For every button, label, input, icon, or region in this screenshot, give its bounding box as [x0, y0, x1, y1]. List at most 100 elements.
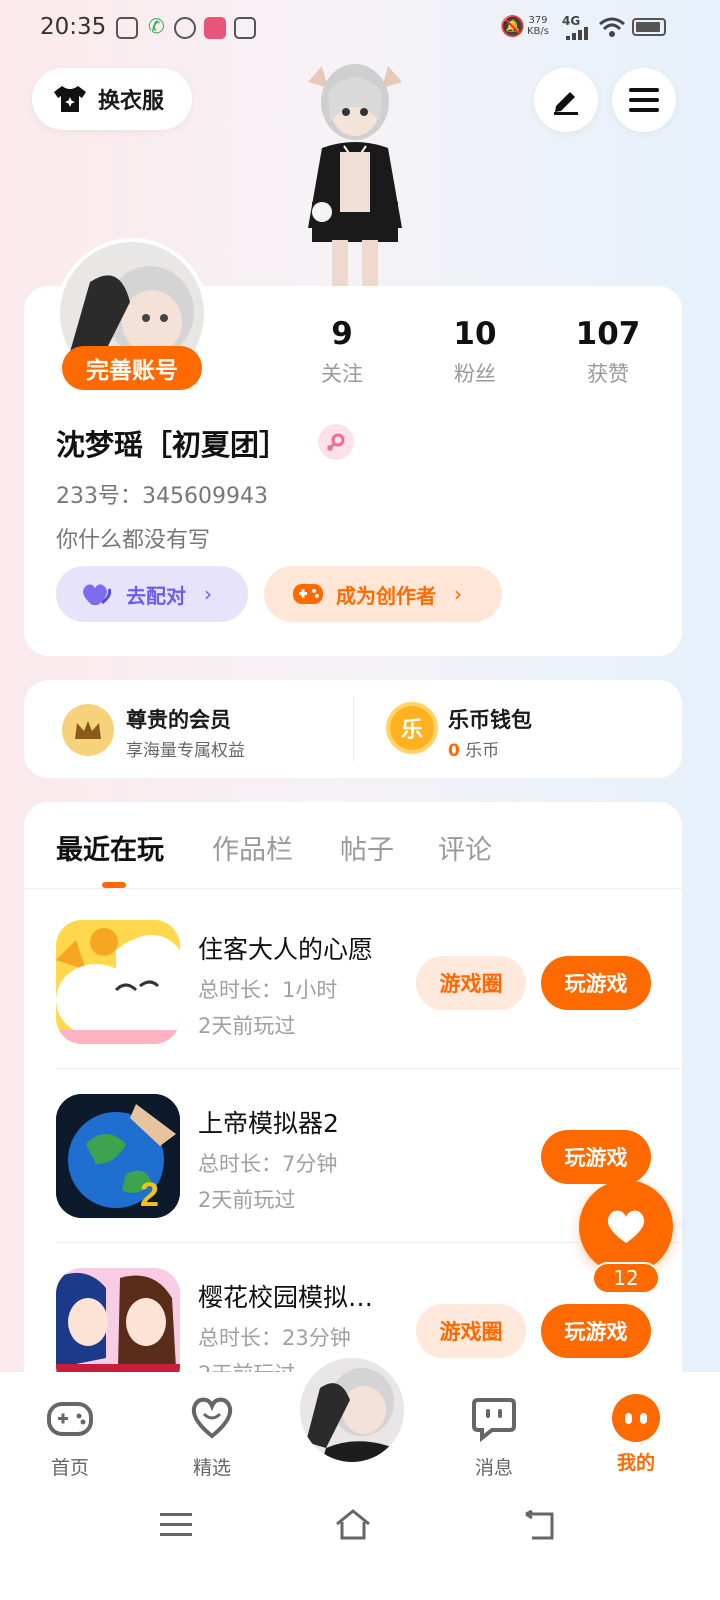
perks-card: 尊贵的会员 享海量专属权益 乐 乐币钱包 0 乐币 [24, 680, 682, 778]
list-item[interactable]: 樱花校园模拟… 总时长：23分钟 2天前玩过 游戏圈 玩游戏 [24, 1244, 682, 1372]
gamepad-nav-icon [47, 1402, 93, 1436]
mine-nav-icon [612, 1394, 660, 1442]
wallet-amount: 0 [448, 741, 460, 761]
heart-icon [607, 1210, 645, 1243]
nav-label: 消息 [474, 1457, 513, 1479]
stat-value: 9 [331, 316, 353, 352]
game-last-played: 2天前玩过 [198, 1358, 295, 1372]
stat-label: 关注 [321, 362, 363, 386]
menu-icon [629, 88, 659, 112]
like-float-button[interactable] [579, 1180, 673, 1274]
nav-avatar-image [300, 1358, 404, 1462]
chevron-right-icon: › [204, 582, 212, 606]
profile-bio: 你什么都没有写 [56, 528, 211, 553]
mute-icon: 🔕 [500, 14, 525, 38]
recent-apps-icon[interactable] [160, 1512, 192, 1538]
svg-text:2: 2 [140, 1176, 159, 1214]
net-speed-value: 379 [528, 15, 548, 26]
nav-home[interactable]: 首页 [30, 1394, 110, 1480]
nav-mine[interactable]: 我的 [596, 1394, 676, 1475]
shirt-icon [54, 86, 86, 112]
game-name: 樱花校园模拟… [198, 1283, 374, 1312]
nav-featured[interactable]: 精选 [172, 1394, 252, 1480]
like-count-badge: 12 [592, 1262, 660, 1294]
wallet-entry[interactable]: 乐 乐币钱包 0 乐币 [354, 680, 682, 778]
play-game-button[interactable]: 玩游戏 [541, 1304, 651, 1358]
game-icon-1 [56, 920, 180, 1044]
app-notify-icon-2 [204, 17, 226, 39]
play-game-button[interactable]: 玩游戏 [541, 956, 651, 1010]
game-name: 住客大人的心愿 [198, 935, 374, 964]
status-time: 20:35 [40, 14, 107, 40]
match-button[interactable]: 去配对 › [56, 566, 248, 622]
wallet-title: 乐币钱包 [448, 708, 532, 732]
wallet-unit: 乐币 [465, 741, 500, 761]
tab-divider [24, 888, 682, 889]
creator-label: 成为创作者 [336, 583, 436, 608]
game-duration: 总时长：7分钟 [198, 1152, 338, 1176]
vip-subtitle: 享海量专属权益 [126, 741, 245, 761]
game-last-played: 2天前玩过 [198, 1188, 296, 1212]
app-notify-icon [174, 17, 196, 39]
stat-value: 107 [575, 316, 641, 352]
match-label: 去配对 [126, 583, 186, 608]
edit-button[interactable] [534, 68, 598, 132]
game-last-played: 2天前玩过 [198, 1014, 296, 1038]
status-bar: 20:35 ✆ 🔕 379 KB/s 4G [0, 0, 720, 56]
nav-avatar-button[interactable] [296, 1354, 408, 1466]
nav-label: 我的 [616, 1452, 655, 1474]
menu-button[interactable] [612, 68, 676, 132]
pen-icon [554, 92, 578, 115]
character-figure[interactable] [280, 52, 430, 292]
play-notify-icon [234, 17, 256, 39]
nav-label: 精选 [192, 1457, 231, 1479]
game-duration: 总时长：23分钟 [198, 1326, 351, 1350]
game-name: 上帝模拟器2 [198, 1109, 339, 1138]
change-outfit-label: 换衣服 [98, 89, 165, 114]
play-game-button[interactable]: 玩游戏 [541, 1130, 651, 1184]
change-outfit-button[interactable]: 换衣服 [32, 68, 192, 130]
game-icon-2: 2 [56, 1094, 180, 1218]
bottom-nav: 首页 精选 消息 我的 [0, 1354, 720, 1600]
battery-icon [632, 18, 666, 36]
chevron-right-icon: › [454, 582, 462, 606]
stat-likes[interactable]: 107 获赞 [558, 316, 658, 388]
female-icon [318, 424, 354, 460]
tab-works[interactable]: 作品栏 [212, 828, 293, 867]
signal-icon [566, 27, 588, 40]
game-circle-button[interactable]: 游戏圈 [416, 956, 526, 1010]
tab-posts[interactable]: 帖子 [340, 828, 394, 867]
nav-messages[interactable]: 消息 [454, 1394, 534, 1480]
crown-icon [62, 704, 114, 756]
nav-label: 首页 [50, 1457, 89, 1479]
game-circle-button[interactable]: 游戏圈 [416, 1304, 526, 1358]
list-item[interactable]: 住客大人的心愿 总时长：1小时 2天前玩过 游戏圈 玩游戏 [24, 896, 682, 1070]
profile-id: 233号：345609943 [56, 484, 268, 509]
coin-icon: 乐 [386, 702, 438, 754]
list-divider [56, 1068, 682, 1069]
stat-value: 10 [453, 316, 497, 352]
become-creator-button[interactable]: 成为创作者 › [264, 566, 502, 622]
stat-following[interactable]: 9 关注 [292, 316, 392, 388]
stat-label: 粉丝 [454, 362, 496, 386]
game-duration: 总时长：1小时 [198, 978, 338, 1002]
gamepad-icon [293, 584, 323, 604]
wifi-icon [599, 17, 625, 37]
profile-name: 沈梦瑶［初夏团］ [56, 428, 289, 462]
notification-icon [116, 17, 138, 39]
home-icon[interactable] [334, 1508, 372, 1540]
tab-comments[interactable]: 评论 [438, 828, 492, 867]
net-speed: 379 KB/s [527, 15, 549, 37]
phone-icon: ✆ [148, 14, 165, 38]
vip-entry[interactable]: 尊贵的会员 享海量专属权益 [24, 680, 353, 778]
tab-recent[interactable]: 最近在玩 [56, 828, 164, 867]
back-icon[interactable] [522, 1510, 556, 1540]
complete-account-badge[interactable]: 完善账号 [62, 346, 202, 390]
wallet-balance: 0 乐币 [448, 736, 499, 761]
chat-nav-icon [472, 1398, 516, 1443]
stat-label: 获赞 [587, 362, 629, 386]
game-icon-3 [56, 1268, 180, 1372]
stat-fans[interactable]: 10 粉丝 [425, 316, 525, 388]
hearts-icon [83, 584, 112, 605]
vip-title: 尊贵的会员 [126, 708, 231, 732]
